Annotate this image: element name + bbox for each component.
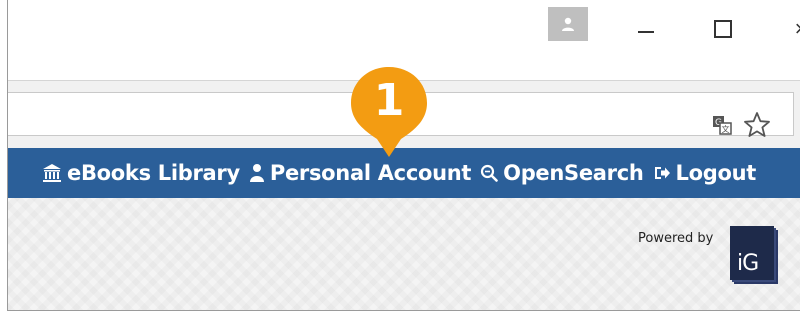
close-icon: × xyxy=(795,18,800,40)
profile-button[interactable] xyxy=(548,7,588,41)
minimize-icon xyxy=(638,31,654,33)
user-icon xyxy=(249,164,264,182)
ig-logo[interactable]: iG xyxy=(730,226,774,280)
close-button[interactable]: × xyxy=(786,14,800,44)
ig-logo-text: iG xyxy=(737,251,759,276)
logout-icon xyxy=(654,167,670,179)
maximize-button[interactable] xyxy=(708,14,738,44)
page-content: Powered by iG xyxy=(8,198,800,310)
search-icon xyxy=(481,164,498,182)
translate-icon[interactable]: G 文 xyxy=(712,115,732,135)
nav-opensearch[interactable]: OpenSearch xyxy=(480,161,644,185)
svg-text:文: 文 xyxy=(722,124,730,134)
bookmark-star-icon[interactable] xyxy=(743,111,771,139)
nav-logout[interactable]: Logout xyxy=(653,161,756,185)
nav-logout-label: Logout xyxy=(675,161,757,185)
nav-ebooks-library-label: eBooks Library xyxy=(67,161,240,185)
callout-number: 1 xyxy=(373,75,405,126)
powered-by-text: Powered by xyxy=(638,231,714,246)
minimize-button[interactable] xyxy=(631,14,661,44)
profile-icon xyxy=(562,17,574,31)
library-icon xyxy=(43,164,61,182)
callout-marker: 1 xyxy=(349,65,429,165)
nav-opensearch-label: OpenSearch xyxy=(503,161,644,185)
nav-ebooks-library[interactable]: eBooks Library xyxy=(42,161,240,185)
maximize-icon xyxy=(714,20,732,38)
